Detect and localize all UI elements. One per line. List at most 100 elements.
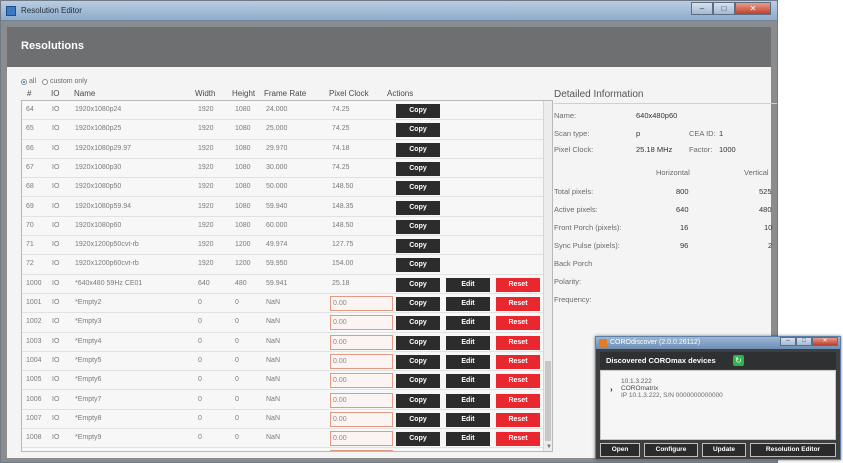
table-row[interactable]: 1009IO*Empty1000NaN0.00CopyEditReset	[22, 448, 544, 452]
configure-button[interactable]: Configure	[644, 443, 698, 457]
reset-button[interactable]: Reset	[496, 432, 540, 447]
copy-button[interactable]: Copy	[396, 393, 440, 408]
coro-close-button[interactable]: ✕	[812, 337, 838, 346]
table-row[interactable]: 1002 IO *Empty3 0 0 NaN 0.00 Copy Edit Reset	[22, 313, 544, 333]
copy-button[interactable]: Copy	[396, 277, 440, 292]
pixel-clock-input[interactable]: 0.00	[330, 315, 393, 331]
table-row[interactable]: 1001 IO *Empty2 0 0 NaN 0.00 Copy Edit Reset	[22, 294, 544, 314]
edit-button[interactable]: Edit	[446, 354, 490, 369]
coro-maximize-button[interactable]: □	[796, 337, 812, 346]
pixel-clock-input[interactable]: 0.00	[330, 392, 393, 408]
copy-button[interactable]: Copy	[396, 451, 440, 452]
coro-titlebar[interactable]: COROdiscover (2.0.0.26112) – □ ✕	[596, 337, 840, 349]
table-row[interactable]: 1005 IO *Empty6 0 0 NaN 0.00 Copy Edit Reset	[22, 371, 544, 391]
reset-button[interactable]: Reset	[496, 451, 540, 452]
copy-button[interactable]: Copy	[396, 258, 440, 273]
col-header-io[interactable]: IO	[51, 89, 59, 98]
open-button[interactable]: Open	[600, 443, 640, 457]
pixel-clock-input[interactable]: 0.00	[330, 353, 393, 369]
filter-all-radio[interactable]	[21, 78, 27, 85]
copy-button[interactable]: Copy	[396, 412, 440, 427]
table-row[interactable]: 1008 IO *Empty9 0 0 NaN 0.00 Copy Edit Reset	[22, 429, 544, 449]
scroll-down-arrow-icon[interactable]: ▼	[546, 444, 552, 450]
pixel-clock-input[interactable]: 0.00	[330, 431, 393, 447]
table-row[interactable]: 67 IO 1920x1080p30 1920 1080 30.000 74.25 Copy	[22, 159, 544, 179]
edit-button[interactable]: Edit	[446, 374, 490, 389]
refresh-icon[interactable]: ↻	[733, 355, 744, 366]
table-row[interactable]: 68 IO 1920x1080p50 1920 1080 50.000 148.50 Copy	[22, 178, 544, 198]
edit-button[interactable]: Edit	[446, 297, 490, 311]
copy-button[interactable]: Copy	[396, 316, 440, 331]
edit-button[interactable]: Edit	[446, 393, 490, 408]
table-row[interactable]: 1003 IO *Empty4 0 0 NaN 0.00 Copy Edit Reset	[22, 333, 544, 352]
edit-button[interactable]: Edit	[446, 335, 490, 350]
pixel-clock-input[interactable]: 0.00	[330, 334, 393, 350]
col-header-num[interactable]: #	[27, 89, 31, 98]
edit-button[interactable]: Edit	[446, 277, 490, 292]
scrollbar-thumb[interactable]	[545, 361, 551, 441]
copy-button[interactable]: Copy	[396, 142, 440, 157]
table-row[interactable]: 72 IO 1920x1200p60cvt-rb 1920 1200 59.950 154.…	[22, 255, 544, 275]
pixel-clock-input[interactable]: 0.00	[330, 296, 393, 311]
edit-button[interactable]: Edit	[446, 412, 490, 427]
copy-button[interactable]: Copy	[396, 239, 440, 254]
detail-vertical-header: Vertical	[744, 168, 769, 177]
table-row[interactable]: 1004 IO *Empty5 0 0 NaN 0.00 Copy Edit Reset	[22, 352, 544, 372]
cell-io: IO	[52, 106, 60, 113]
table-scrollbar[interactable]: ▼	[543, 101, 552, 451]
copy-button[interactable]: Copy	[396, 200, 440, 215]
copy-button[interactable]: Copy	[396, 432, 440, 447]
reset-button[interactable]: Reset	[496, 335, 540, 350]
device-detail[interactable]: IP 10.1.3.222, S/N 0000000000000	[621, 392, 723, 399]
copy-button[interactable]: Copy	[396, 104, 440, 118]
copy-button[interactable]: Copy	[396, 354, 440, 369]
copy-button[interactable]: Copy	[396, 181, 440, 196]
device-name[interactable]: COROmatrix	[621, 385, 658, 392]
col-header-name[interactable]: Name	[74, 89, 95, 98]
close-button[interactable]: ✕	[735, 2, 771, 15]
table-row[interactable]: 66 IO 1920x1080p29.97 1920 1080 29.970 74.18 Co…	[22, 140, 544, 159]
pixel-clock-input[interactable]: 0.00	[330, 450, 393, 451]
reset-button[interactable]: Reset	[496, 354, 540, 369]
minimize-button[interactable]: –	[691, 2, 713, 15]
filter-custom-radio[interactable]	[42, 78, 49, 85]
edit-button[interactable]: Edit	[446, 316, 490, 331]
table-row[interactable]: 1006 IO *Empty7 0 0 NaN 0.00 Copy Edit Reset	[22, 391, 544, 410]
chevron-right-icon[interactable]: ›	[610, 385, 613, 394]
table-row[interactable]: 64 IO 1920x1080p24 1920 1080 24.000 74.25 Copy	[22, 101, 544, 121]
reset-button[interactable]: Reset	[496, 277, 540, 292]
window-titlebar[interactable]: Resolution Editor – □ ✕	[1, 1, 777, 21]
reset-button[interactable]: Reset	[496, 297, 540, 311]
copy-button[interactable]: Copy	[396, 161, 440, 176]
copy-button[interactable]: Copy	[396, 374, 440, 389]
copy-button[interactable]: Copy	[396, 123, 440, 138]
pixel-clock-input[interactable]: 0.00	[330, 411, 393, 427]
table-row[interactable]: 65 IO 1920x1080p25 1920 1080 25.000 74.25 Copy	[22, 120, 544, 140]
resolution-editor-button[interactable]: Resolution Editor	[750, 443, 836, 457]
filter-all-label[interactable]: all	[29, 78, 36, 85]
filter-custom-label[interactable]: custom only	[50, 78, 87, 85]
pixel-clock-input[interactable]: 0.00	[330, 373, 393, 389]
update-button[interactable]: Update	[702, 443, 746, 457]
table-row[interactable]: 1000 IO *640x480 59Hz CE01 640 480 59.941 25.1…	[22, 275, 544, 294]
col-header-width[interactable]: Width	[195, 89, 215, 98]
copy-button[interactable]: Copy	[396, 219, 440, 234]
maximize-button[interactable]: □	[713, 2, 735, 15]
reset-button[interactable]: Reset	[496, 412, 540, 427]
reset-button[interactable]: Reset	[496, 393, 540, 408]
col-header-pixel-clock[interactable]: Pixel Clock	[329, 89, 369, 98]
col-header-frame-rate[interactable]: Frame Rate	[264, 89, 306, 98]
device-group-ip[interactable]: 10.1.3.222	[621, 378, 652, 385]
col-header-height[interactable]: Height	[232, 89, 255, 98]
table-row[interactable]: 1007 IO *Empty8 0 0 NaN 0.00 Copy Edit Reset	[22, 410, 544, 430]
reset-button[interactable]: Reset	[496, 316, 540, 331]
edit-button[interactable]: Edit	[446, 432, 490, 447]
reset-button[interactable]: Reset	[496, 374, 540, 389]
copy-button[interactable]: Copy	[396, 297, 440, 311]
table-row[interactable]: 69 IO 1920x1080p59.94 1920 1080 59.940 148.35 C…	[22, 198, 544, 217]
table-row[interactable]: 71 IO 1920x1200p50cvt-rb 1920 1200 49.974 127.…	[22, 236, 544, 256]
edit-button[interactable]: Edit	[446, 451, 490, 452]
table-row[interactable]: 70 IO 1920x1080p60 1920 1080 60.000 148.50 Copy	[22, 217, 544, 237]
copy-button[interactable]: Copy	[396, 335, 440, 350]
coro-minimize-button[interactable]: –	[780, 337, 796, 346]
